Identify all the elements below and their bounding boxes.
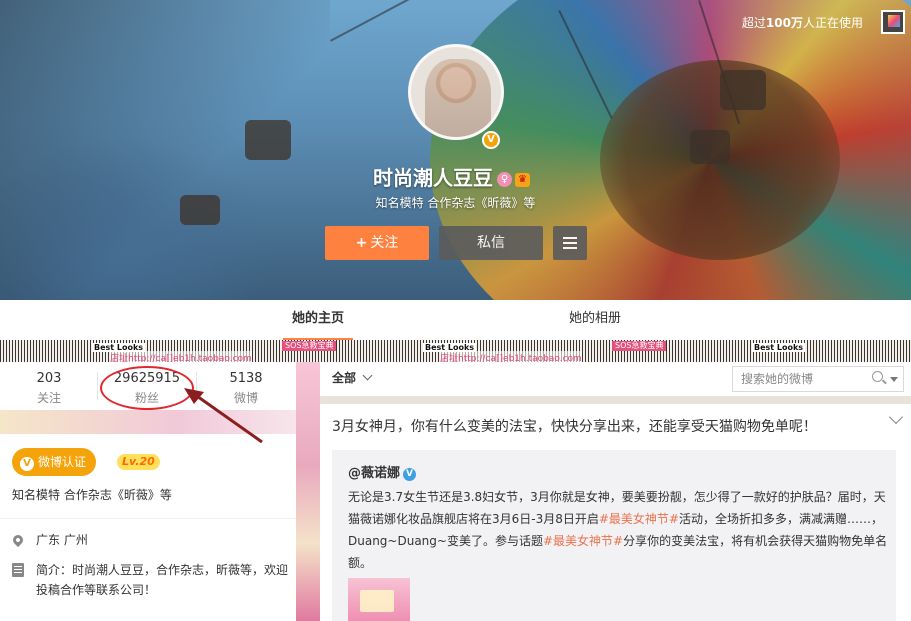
blue-verified-icon: V: [403, 468, 417, 481]
location-text: 广东 广州: [36, 533, 88, 547]
annotation-arrow: [184, 388, 263, 444]
message-button[interactable]: 私信: [439, 226, 543, 260]
chevron-down-icon: [362, 370, 373, 381]
search-dropdown-icon[interactable]: [890, 377, 898, 382]
level-badge[interactable]: Lv.20: [117, 454, 160, 470]
cover-swing: [720, 70, 766, 110]
weibo-verified-button[interactable]: V 微博认证: [12, 448, 97, 476]
notice-prefix: 超过: [741, 16, 766, 30]
user-count-notice: 超过100万人正在使用: [742, 14, 863, 31]
plus-icon: +: [355, 235, 368, 251]
post-text: 3月女神月，你有什么变美的法宝，快快分享出来，还能享受天猫购物免单呢！: [332, 419, 817, 435]
topic-link[interactable]: #最美女神节#: [599, 512, 679, 526]
profile-intro: 知名模特 合作杂志《昕薇》等: [375, 196, 536, 210]
feed-post: 3月女神月，你有什么变美的法宝，快快分享出来，还能享受天猫购物免单呢！ @薇诺娜…: [320, 404, 911, 621]
avatar[interactable]: [408, 44, 504, 140]
more-menu-button[interactable]: [553, 226, 587, 260]
tab-home[interactable]: 她的主页: [283, 300, 353, 340]
bio-text: 简介：时尚潮人豆豆，合作杂志，昕薇等，欢迎投稿合作等联系公司！: [36, 563, 289, 597]
quoted-author[interactable]: @薇诺娜 V: [348, 462, 417, 481]
chevron-down-icon[interactable]: [888, 409, 904, 425]
quoted-body: 无论是3.7女生节还是3.8妇女节，3月你就是女神，要美要扮靓，怎少得了一款好的…: [348, 486, 888, 574]
stat-value: 203: [36, 371, 62, 386]
divider: [0, 518, 296, 519]
feed-filter-dropdown[interactable]: 全部: [332, 369, 373, 386]
strip-pink-label: SOS急救宝典: [282, 341, 337, 351]
verified-v-icon: V: [20, 457, 34, 471]
verified-badge-icon: V: [482, 131, 500, 149]
female-gender-icon: ♀: [497, 172, 512, 187]
cover-swing: [690, 130, 730, 164]
feed-search-box: [732, 366, 904, 392]
location-pin-icon: [10, 532, 26, 548]
strip-label: Best Looks: [752, 343, 806, 352]
feed-search-input[interactable]: [733, 367, 869, 391]
profile-name: 时尚潮人豆豆: [373, 166, 493, 190]
vip-member-icon[interactable]: ♛: [515, 173, 530, 187]
quoted-image-thumbnail[interactable]: [348, 578, 410, 621]
bio-note-icon: [12, 563, 24, 577]
skin-settings-icon[interactable]: [881, 10, 905, 34]
feed-filter-label: 全部: [332, 371, 357, 385]
follow-button[interactable]: + 关注: [325, 226, 429, 260]
profile-info-card: V 微博认证 Lv.20 知名模特 合作杂志《昕薇》等 广东 广州 简介：时尚潮人…: [0, 434, 296, 621]
profile-tab-bar: 她的主页 她的相册: [0, 300, 911, 340]
strip-pink-label: SOS急救宝典: [612, 341, 667, 351]
topic-link[interactable]: #最美女神节#: [543, 534, 623, 548]
feed-header: 全部: [320, 362, 911, 396]
follow-label: 关注: [370, 235, 399, 251]
location-row: 广东 广州: [10, 530, 288, 550]
cover-swing: [245, 120, 291, 160]
stat-following[interactable]: 203 关注: [0, 362, 98, 410]
background-collage: [296, 362, 320, 621]
quoted-author-name: @薇诺娜: [348, 466, 401, 481]
menu-icon: [563, 237, 577, 249]
cover-banner: 超过100万人正在使用 V 时尚潮人豆豆 ♀ ♛ 知名模特 合作杂志《昕薇》等 + 关…: [0, 0, 911, 300]
quoted-post: @薇诺娜 V 无论是3.7女生节还是3.8妇女节，3月你就是女神，要美要扮靓，怎少…: [332, 450, 896, 621]
stat-label: 关注: [36, 391, 61, 405]
verified-label: 微博认证: [38, 455, 87, 469]
thumbnail-detail: [360, 590, 394, 612]
tab-album[interactable]: 她的相册: [560, 300, 630, 340]
bio-row: 简介：时尚潮人豆豆，合作杂志，昕薇等，欢迎投稿合作等联系公司！: [12, 560, 288, 600]
search-icon[interactable]: [872, 371, 886, 385]
notice-count: 100万: [765, 16, 803, 30]
cover-chain: [330, 0, 490, 42]
notice-suffix: 人正在使用: [802, 16, 863, 30]
stat-value: 5138: [229, 371, 263, 386]
profile-intro-text: 知名模特 合作杂志《昕薇》等: [12, 488, 172, 502]
profile-name-row: 时尚潮人豆豆 ♀ ♛: [0, 162, 911, 191]
